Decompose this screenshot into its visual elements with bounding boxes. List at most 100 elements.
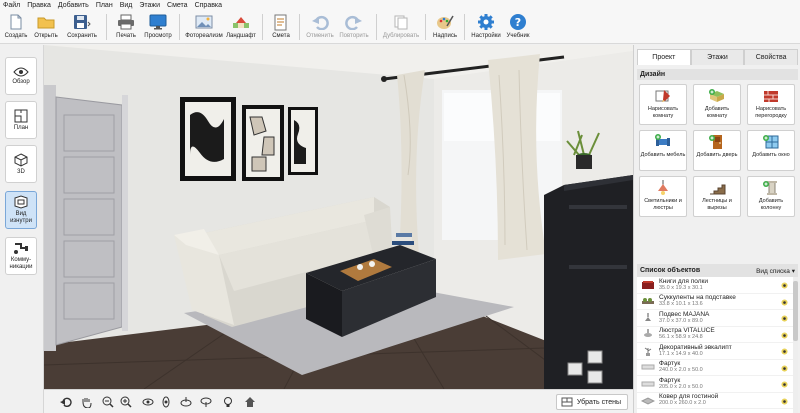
plan-button[interactable]: План <box>5 101 37 139</box>
overview-button[interactable]: Обзор <box>5 57 37 95</box>
list-item[interactable]: Книги для полки 35.0 x 19.3 x 30.1 <box>637 277 798 294</box>
menu-edit[interactable]: Правка <box>27 2 51 9</box>
hand-pan-icon[interactable] <box>80 396 92 408</box>
list-item[interactable]: Суккуленты на подставке 33.8 x 10.1 x 13.… <box>637 294 798 310</box>
add-room-button[interactable]: Добавить комнату <box>693 84 741 125</box>
paint-palette-icon <box>436 13 454 31</box>
menu-floors[interactable]: Этажи <box>139 2 160 9</box>
3d-viewport[interactable] <box>44 45 633 389</box>
list-item[interactable]: Подвес MAJANA 37.0 x 37.0 x 89.0 <box>637 310 798 327</box>
visibility-eye-icon[interactable] <box>781 397 788 405</box>
orbit-right-icon[interactable] <box>160 396 172 408</box>
visibility-eye-icon[interactable] <box>781 298 788 306</box>
home-icon[interactable] <box>244 396 256 408</box>
books-thumbnail <box>640 279 656 291</box>
monitor-icon <box>149 13 167 31</box>
menu-view[interactable]: Вид <box>120 2 133 9</box>
label-button[interactable]: Надпись <box>430 11 460 44</box>
menu-add[interactable]: Добавить <box>58 2 89 9</box>
printer-icon <box>117 13 135 31</box>
folder-icon <box>37 13 55 31</box>
pipes-icon <box>14 243 28 254</box>
light-bulb-icon[interactable] <box>222 396 234 408</box>
visibility-eye-icon[interactable] <box>781 282 788 289</box>
menu-plan[interactable]: План <box>96 2 113 9</box>
scrollbar-thumb[interactable] <box>793 281 798 341</box>
zoom-in-icon[interactable] <box>120 396 132 408</box>
orbit-left-icon[interactable] <box>142 396 154 408</box>
remove-walls-button[interactable]: Убрать стены <box>555 394 628 410</box>
undo-button[interactable]: Отменить <box>304 11 336 44</box>
create-button[interactable]: Создать <box>2 11 30 44</box>
estimate-button[interactable]: Смета <box>267 11 295 44</box>
floppy-icon <box>73 13 91 31</box>
tilt-down-icon[interactable] <box>200 396 212 408</box>
new-file-icon <box>7 13 25 31</box>
open-button[interactable]: Открыть <box>30 11 62 44</box>
preview-button[interactable]: Просмотр <box>141 11 175 44</box>
view-list-dropdown[interactable]: Вид списка ▾ <box>756 267 795 275</box>
settings-button[interactable]: Настройки <box>469 11 503 44</box>
menu-file[interactable]: Файл <box>3 2 20 9</box>
3d-button[interactable]: 3D <box>5 145 37 183</box>
toolbar-divider <box>464 14 465 40</box>
toolbar-divider <box>179 14 180 40</box>
list-item[interactable]: Декоративный эвкалипт 17.1 x 14.9 x 40.0 <box>637 343 798 360</box>
menu-estimate[interactable]: Смета <box>167 2 188 9</box>
visibility-eye-icon[interactable] <box>781 315 788 322</box>
cube-icon <box>14 152 28 167</box>
add-window-icon <box>763 135 779 149</box>
draw-room-button[interactable]: Нарисовать комнату <box>639 84 687 125</box>
draw-partition-button[interactable]: Нарисовать перегородку <box>747 84 795 125</box>
menu-bar: Файл Правка Добавить План Вид Этажи Смет… <box>0 0 800 11</box>
viewport-controls: Убрать стены <box>44 389 633 413</box>
duplicate-icon <box>392 13 410 31</box>
add-column-button[interactable]: Добавить колонну <box>747 176 795 217</box>
tilt-up-icon[interactable] <box>180 396 192 408</box>
add-furniture-button[interactable]: Добавить мебель <box>639 130 687 171</box>
tutorial-button[interactable]: ? Учебник <box>503 11 533 44</box>
walls-icon <box>561 397 573 407</box>
landscape-button[interactable]: Ландшафт <box>224 11 258 44</box>
inside-view-button[interactable]: Вид изнутри <box>5 191 37 229</box>
toolbar: Создать Открыть Сохранить Печать Просмот… <box>0 11 800 44</box>
stairs-button[interactable]: Лестницы и вырезы <box>693 176 741 217</box>
menu-help[interactable]: Справка <box>195 2 222 9</box>
add-furniture-icon <box>655 134 670 146</box>
add-window-button[interactable]: Добавить окно <box>747 130 795 171</box>
visibility-eye-icon[interactable] <box>781 364 788 372</box>
save-button[interactable]: Сохранить <box>62 11 102 44</box>
list-item[interactable]: Люстра VITALUCE 56.1 x 58.9 x 24.8 <box>637 327 798 343</box>
list-item[interactable]: Ковер для гостиной 200.0 x 260.0 x 2.0 <box>637 393 798 409</box>
redo-button[interactable]: Повторить <box>336 11 372 44</box>
communications-button[interactable]: Комму- никации <box>5 237 37 275</box>
chandelier-thumbnail <box>640 328 656 340</box>
photorealism-button[interactable]: Фотореализм <box>184 11 224 44</box>
room-inside-icon <box>14 195 28 209</box>
tab-project[interactable]: Проект <box>637 49 691 65</box>
toolbar-divider <box>106 14 107 40</box>
print-button[interactable]: Печать <box>111 11 141 44</box>
list-item[interactable]: Фартук 205.0 x 2.0 x 50.0 <box>637 376 798 393</box>
objects-scrollbar[interactable] <box>793 277 798 413</box>
objects-section-header: Список объектов Вид списка ▾ <box>637 264 798 277</box>
photo-icon <box>195 13 213 31</box>
design-section-header: Дизайн <box>637 69 798 80</box>
succulents-thumbnail <box>640 295 656 307</box>
duplicate-button[interactable]: Дублировать <box>381 11 421 44</box>
list-item[interactable]: Фартук 240.0 x 2.0 x 50.0 <box>637 360 798 376</box>
add-door-button[interactable]: Добавить дверь <box>693 130 741 171</box>
tab-floors[interactable]: Этажи <box>690 49 745 65</box>
lamps-button[interactable]: Светильники и люстры <box>639 176 687 217</box>
rotate-icon[interactable] <box>60 396 72 408</box>
toolbar-divider <box>425 14 426 40</box>
apron-thumbnail <box>640 361 656 373</box>
eye-icon <box>13 67 29 76</box>
visibility-eye-icon[interactable] <box>781 331 788 339</box>
zoom-out-icon[interactable] <box>102 396 114 408</box>
tab-properties[interactable]: Свойства <box>744 49 799 65</box>
redo-icon <box>345 13 363 31</box>
help-icon: ? <box>509 13 527 31</box>
visibility-eye-icon[interactable] <box>781 348 788 355</box>
visibility-eye-icon[interactable] <box>781 381 788 388</box>
